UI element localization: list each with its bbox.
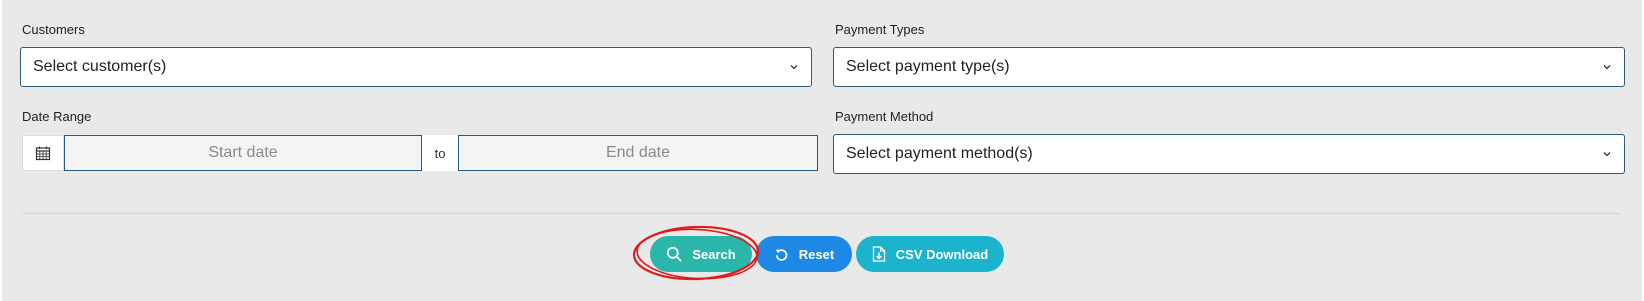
chevron-down-icon <box>1603 152 1611 157</box>
payment-types-label: Payment Types <box>835 22 925 37</box>
chevron-down-icon <box>790 65 798 70</box>
customers-label: Customers <box>22 22 85 37</box>
payment-types-select[interactable]: Select payment type(s) <box>833 47 1625 87</box>
reset-button[interactable]: Reset <box>756 236 852 272</box>
search-button[interactable]: Search <box>650 236 752 272</box>
customers-select[interactable]: Select customer(s) <box>20 47 812 87</box>
end-date-input[interactable]: End date <box>458 135 818 171</box>
payment-method-select-value: Select payment method(s) <box>846 145 1033 162</box>
date-range-separator: to <box>422 135 458 171</box>
file-download-icon <box>872 246 885 262</box>
csv-download-button-label: CSV Download <box>895 246 989 262</box>
customers-select-value: Select customer(s) <box>33 58 167 75</box>
end-date-placeholder: End date <box>605 144 671 161</box>
csv-download-button[interactable]: CSV Download <box>856 236 1004 272</box>
calendar-icon <box>35 146 51 161</box>
search-icon <box>667 246 682 262</box>
divider <box>22 213 1620 214</box>
start-date-input[interactable]: Start date <box>64 135 422 171</box>
reset-icon <box>775 248 788 261</box>
date-range-group: Start date to End date <box>22 135 818 171</box>
start-date-placeholder: Start date <box>208 144 278 161</box>
payment-method-select[interactable]: Select payment method(s) <box>833 134 1625 174</box>
payment-types-select-value: Select payment type(s) <box>846 58 1010 75</box>
calendar-button[interactable] <box>22 135 64 171</box>
search-button-label: Search <box>692 246 736 262</box>
payment-method-label: Payment Method <box>835 109 934 124</box>
filter-panel: Customers Select customer(s) Payment Typ… <box>2 0 1642 301</box>
date-range-label: Date Range <box>22 109 92 124</box>
chevron-down-icon <box>1603 65 1611 70</box>
reset-button-label: Reset <box>798 246 835 262</box>
